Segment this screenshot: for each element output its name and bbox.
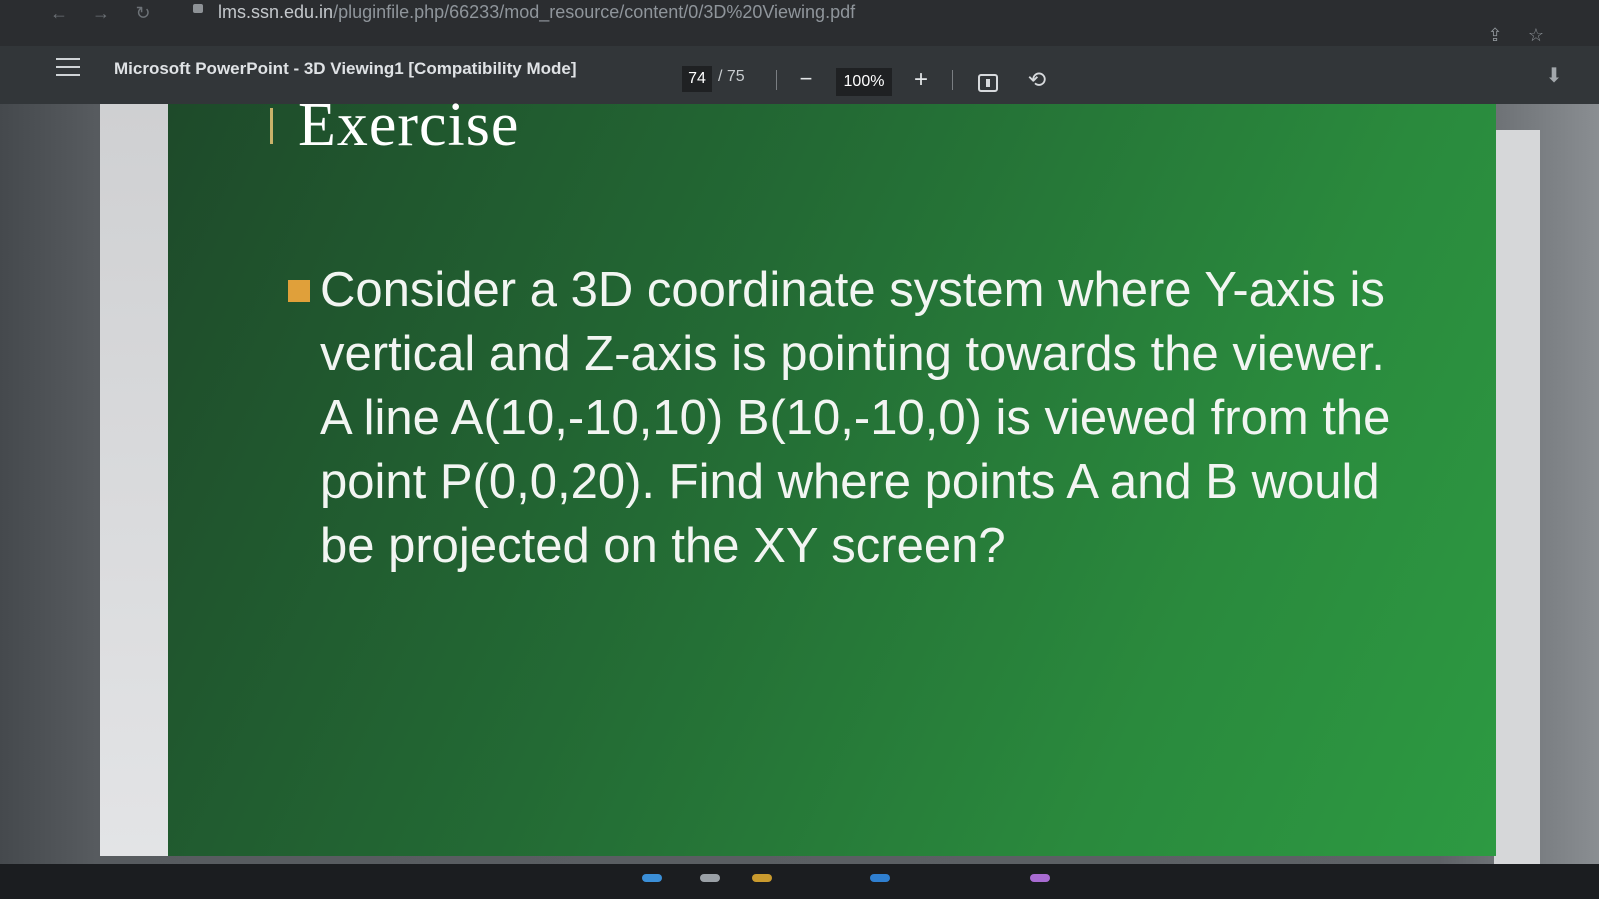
bullet-square-icon [288, 280, 310, 302]
slide-body-text: Consider a 3D coordinate system where Y-… [320, 263, 1391, 573]
toolbar-divider [952, 70, 953, 90]
rotate-icon[interactable]: ⟲ [1025, 68, 1049, 92]
toolbar-divider [776, 70, 777, 90]
download-icon[interactable]: ⬇ [1543, 64, 1565, 88]
app-taskbar-icon[interactable] [1030, 874, 1050, 882]
browser-address-bar: ← → ↻ lms.ssn.edu.in/pluginfile.php/6623… [0, 0, 1599, 46]
title-accent-bar [270, 108, 273, 144]
url-host: lms.ssn.edu.in [218, 2, 334, 22]
share-icon[interactable]: ⇪ [1484, 24, 1506, 46]
zoom-level-input[interactable]: 100% [836, 68, 892, 96]
pdf-page-margin [1494, 130, 1540, 868]
forward-arrow-icon[interactable]: → [88, 2, 114, 24]
url-field[interactable]: lms.ssn.edu.in/pluginfile.php/66233/mod_… [218, 2, 855, 23]
menu-icon[interactable] [56, 58, 80, 78]
document-title: Microsoft PowerPoint - 3D Viewing1 [Comp… [114, 59, 577, 78]
reload-icon[interactable]: ↻ [130, 2, 156, 24]
windows-start-icon[interactable] [642, 874, 662, 882]
star-icon[interactable]: ☆ [1525, 24, 1547, 46]
back-arrow-icon[interactable]: ← [46, 2, 72, 24]
lock-icon[interactable] [193, 4, 203, 13]
search-icon[interactable] [700, 874, 720, 882]
zoom-in-button[interactable]: + [910, 68, 932, 92]
taskbar [0, 864, 1599, 899]
slide-page: Exercise Consider a 3D coordinate system… [168, 91, 1496, 856]
file-explorer-icon[interactable] [752, 874, 772, 882]
slide-title: Exercise [298, 91, 520, 159]
zoom-out-button[interactable]: − [795, 68, 817, 90]
fit-page-icon[interactable] [978, 74, 998, 92]
current-page-input[interactable]: 74 [682, 66, 712, 92]
url-path: /pluginfile.php/66233/mod_resource/conte… [333, 2, 856, 22]
browser-taskbar-icon[interactable] [870, 874, 890, 882]
total-pages: / 75 [718, 68, 745, 85]
pdf-toolbar: Microsoft PowerPoint - 3D Viewing1 [Comp… [0, 46, 1599, 104]
